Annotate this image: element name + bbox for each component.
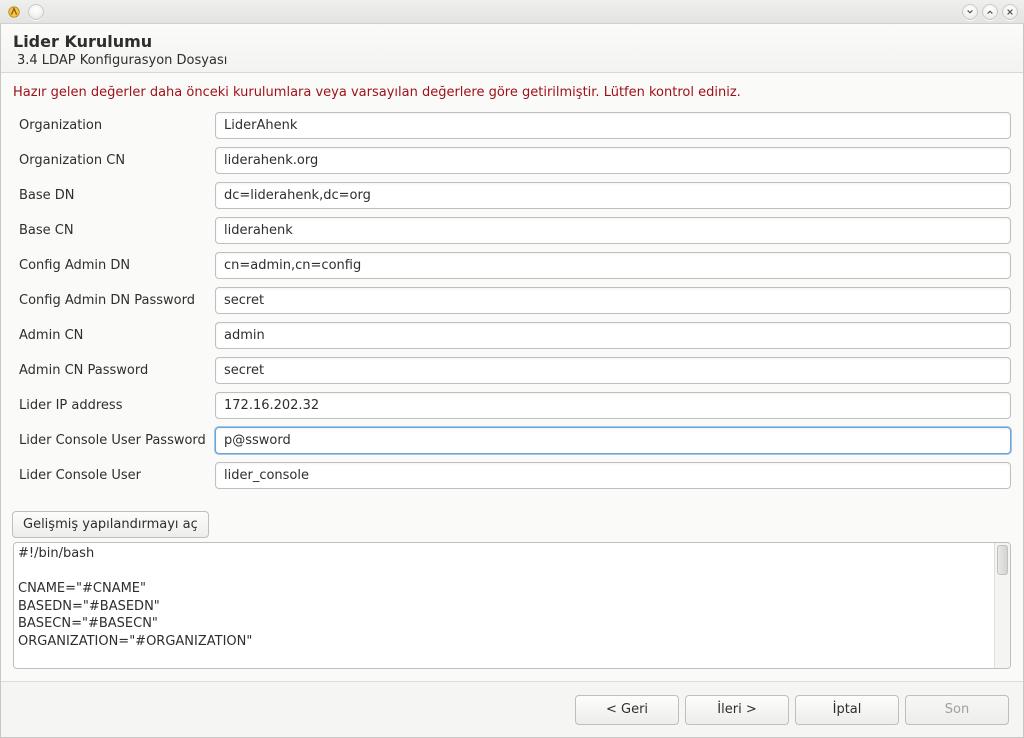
label-admin-cn-password: Admin CN Password [19, 363, 215, 378]
wizard-footer: < Geri İleri > İptal Son [1, 681, 1023, 737]
advanced-config-button[interactable]: Gelişmiş yapılandırmayı aç [12, 511, 209, 538]
input-organization-cn[interactable] [215, 147, 1011, 174]
label-base-dn: Base DN [19, 188, 215, 203]
page-subtitle: 3.4 LDAP Konfigurasyon Dosyası [17, 53, 1011, 68]
next-button[interactable]: İleri > [685, 695, 789, 725]
ldap-form: Organization Organization CN Base DN Bas… [19, 110, 1011, 491]
label-lider-console-user: Lider Console User [19, 468, 215, 483]
scrollbar-thumb[interactable] [997, 545, 1008, 575]
scrollbar[interactable] [994, 543, 1010, 668]
row-admin-cn-password: Admin CN Password [19, 355, 1011, 386]
row-config-admin-dn: Config Admin DN [19, 250, 1011, 281]
script-preview [13, 542, 1011, 669]
notice-text: Hazır gelen değerler daha önceki kurulum… [13, 85, 1011, 100]
window: Lider Kurulumu 3.4 LDAP Konfigurasyon Do… [0, 24, 1024, 738]
titlebar-blank-icon [28, 4, 44, 20]
input-base-cn[interactable] [215, 217, 1011, 244]
maximize-button[interactable] [982, 4, 998, 20]
label-organization: Organization [19, 118, 215, 133]
label-organization-cn: Organization CN [19, 153, 215, 168]
row-base-cn: Base CN [19, 215, 1011, 246]
row-organization: Organization [19, 110, 1011, 141]
cancel-button[interactable]: İptal [795, 695, 899, 725]
label-lider-console-password: Lider Console User Password [19, 433, 215, 448]
label-config-admin-dn-password: Config Admin DN Password [19, 293, 215, 308]
row-organization-cn: Organization CN [19, 145, 1011, 176]
label-admin-cn: Admin CN [19, 328, 215, 343]
input-admin-cn-password[interactable] [215, 357, 1011, 384]
row-lider-console-user: Lider Console User [19, 460, 1011, 491]
row-lider-ip: Lider IP address [19, 390, 1011, 421]
input-lider-console-user[interactable] [215, 462, 1011, 489]
wizard-content: Hazır gelen değerler daha önceki kurulum… [1, 73, 1023, 681]
app-icon [6, 4, 22, 20]
row-lider-console-password: Lider Console User Password [19, 425, 1011, 456]
input-base-dn[interactable] [215, 182, 1011, 209]
input-config-admin-dn-password[interactable] [215, 287, 1011, 314]
input-config-admin-dn[interactable] [215, 252, 1011, 279]
label-config-admin-dn: Config Admin DN [19, 258, 215, 273]
minimize-button[interactable] [962, 4, 978, 20]
titlebar-left [6, 4, 44, 20]
input-lider-console-password[interactable] [215, 427, 1011, 454]
titlebar-right [962, 4, 1018, 20]
row-config-admin-dn-password: Config Admin DN Password [19, 285, 1011, 316]
label-base-cn: Base CN [19, 223, 215, 238]
row-admin-cn: Admin CN [19, 320, 1011, 351]
close-button[interactable] [1002, 4, 1018, 20]
row-base-dn: Base DN [19, 180, 1011, 211]
finish-button: Son [905, 695, 1009, 725]
window-titlebar [0, 0, 1024, 24]
page-title: Lider Kurulumu [13, 32, 1011, 51]
input-admin-cn[interactable] [215, 322, 1011, 349]
wizard-header: Lider Kurulumu 3.4 LDAP Konfigurasyon Do… [1, 24, 1023, 73]
input-organization[interactable] [215, 112, 1011, 139]
label-lider-ip: Lider IP address [19, 398, 215, 413]
script-textarea[interactable] [14, 543, 994, 668]
back-button[interactable]: < Geri [575, 695, 679, 725]
input-lider-ip[interactable] [215, 392, 1011, 419]
